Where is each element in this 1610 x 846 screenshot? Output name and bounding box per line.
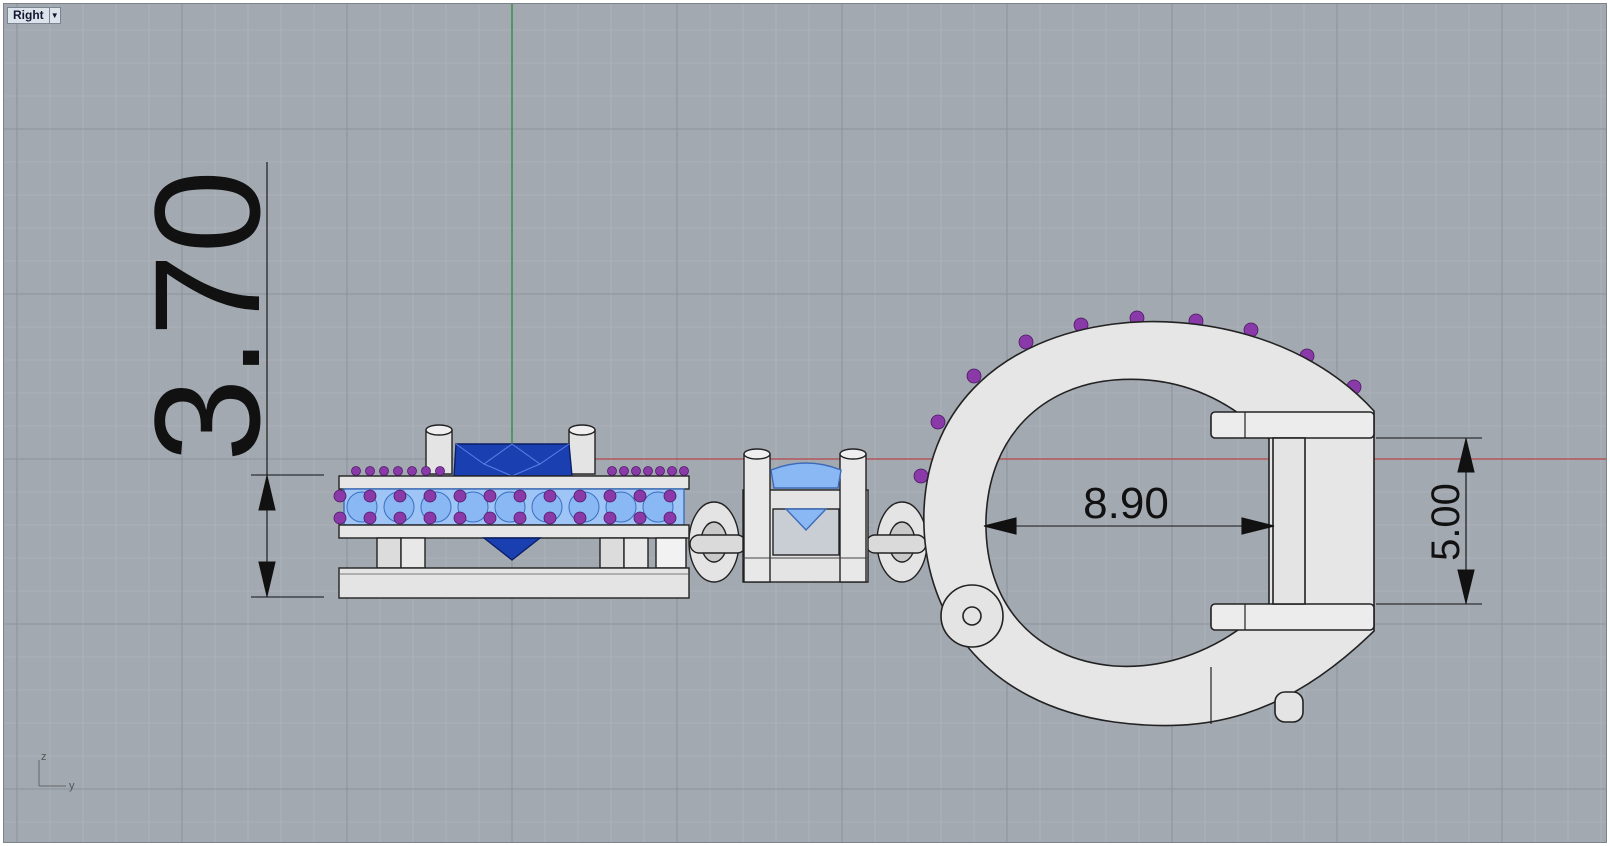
accent-gem xyxy=(603,511,617,525)
accent-gem xyxy=(453,511,467,525)
accent-gem xyxy=(435,466,445,476)
accent-gem xyxy=(351,466,361,476)
axis-widget-y-label: y xyxy=(69,780,75,792)
accent-gem xyxy=(365,466,375,476)
accent-gem xyxy=(543,489,557,503)
accent-gem xyxy=(423,489,437,503)
accent-gem xyxy=(663,511,677,525)
accent-gem xyxy=(333,489,347,503)
accent-gem xyxy=(379,466,389,476)
main-gem-pavilion xyxy=(481,537,543,561)
accent-gem xyxy=(421,466,431,476)
accent-gem xyxy=(619,466,629,476)
bail-clasp-bottom xyxy=(1210,603,1375,631)
accent-gem xyxy=(913,468,929,484)
accent-gem xyxy=(363,489,377,503)
accent-gem xyxy=(966,368,982,384)
axis-widget xyxy=(38,760,66,787)
support-post xyxy=(623,537,649,569)
dim-arrow-head xyxy=(1457,569,1475,604)
bail-post xyxy=(1272,437,1306,605)
dim-arrow-head xyxy=(258,475,276,511)
accent-gem xyxy=(667,466,677,476)
accent-gem xyxy=(663,489,677,503)
accent-gem xyxy=(423,511,437,525)
dim-arrow-head xyxy=(983,517,1017,535)
dimension-height-label[interactable]: 3.70 xyxy=(123,170,291,462)
bail-clasp-top xyxy=(1210,411,1375,439)
bail-peg xyxy=(1274,691,1304,723)
dimension-width-label[interactable]: 8.90 xyxy=(1083,479,1169,528)
support-post xyxy=(599,537,625,569)
viewport-title-tab[interactable]: Right ▼ xyxy=(7,7,61,24)
viewport-name[interactable]: Right xyxy=(8,8,49,23)
accent-gem xyxy=(513,511,527,525)
accent-gem xyxy=(483,511,497,525)
link-bar xyxy=(865,534,927,554)
accent-gem xyxy=(333,511,347,525)
accent-gem xyxy=(633,511,647,525)
hinge-pin xyxy=(962,606,982,626)
setting-post xyxy=(839,453,867,583)
accent-gem xyxy=(573,511,587,525)
accent-gem xyxy=(679,466,689,476)
accent-gem xyxy=(393,466,403,476)
right-viewport[interactable]: 3.70 8.90 5.00 z y Right ▼ xyxy=(3,3,1607,843)
accent-gem xyxy=(363,511,377,525)
accent-gem xyxy=(655,466,665,476)
viewport-canvas[interactable]: 3.70 8.90 5.00 z y xyxy=(4,4,1607,843)
support-post xyxy=(400,537,426,569)
accent-gem xyxy=(631,466,641,476)
accent-gem xyxy=(453,489,467,503)
accent-gem xyxy=(607,466,617,476)
dimension-opening-label[interactable]: 5.00 xyxy=(1424,483,1468,561)
small-gem xyxy=(770,462,842,489)
link-bar xyxy=(689,534,747,554)
accent-gem xyxy=(543,511,557,525)
accent-gem xyxy=(393,511,407,525)
top-plate xyxy=(338,475,690,490)
accent-gem xyxy=(573,489,587,503)
main-gem xyxy=(453,443,573,477)
base-plate xyxy=(338,567,690,599)
accent-gem xyxy=(393,489,407,503)
accent-gem xyxy=(643,466,653,476)
accent-gem xyxy=(513,489,527,503)
setting-post xyxy=(743,453,771,583)
chevron-down-icon[interactable]: ▼ xyxy=(48,8,60,23)
middle-plate xyxy=(338,524,690,539)
dim-arrow-head xyxy=(1457,438,1475,473)
prong-tip xyxy=(568,424,596,436)
accent-gem xyxy=(407,466,417,476)
middle-setting[interactable] xyxy=(742,448,869,583)
support-post xyxy=(376,537,402,569)
accent-gem xyxy=(483,489,497,503)
prong xyxy=(568,429,596,475)
accent-gem xyxy=(930,414,946,430)
accent-gem xyxy=(603,489,617,503)
accent-gem xyxy=(633,489,647,503)
support-post xyxy=(655,537,687,569)
setting-post-tip xyxy=(839,448,867,460)
setting-post-tip xyxy=(743,448,771,460)
prong-tip xyxy=(425,424,453,436)
axis-widget-z-label: z xyxy=(41,751,47,763)
